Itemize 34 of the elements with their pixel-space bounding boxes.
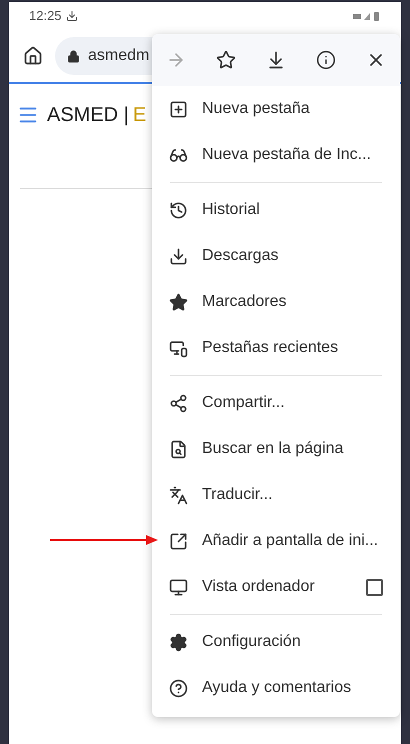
download-icon (169, 246, 188, 266)
history-icon (169, 200, 188, 220)
menu-item[interactable]: Descargas (152, 233, 400, 279)
bookmark-button[interactable] (216, 50, 236, 70)
menu-item[interactable]: Traducir... (152, 472, 400, 518)
menu-item[interactable]: Pestañas recientes (152, 325, 400, 371)
menu-item[interactable]: Añadir a pantalla de ini... (152, 518, 400, 564)
site-title-accent: E (132, 103, 146, 128)
checkbox[interactable] (366, 578, 383, 596)
home-button[interactable] (23, 46, 43, 66)
menu-item[interactable]: Buscar en la página (152, 426, 400, 472)
monitor-icon (169, 578, 188, 596)
menu-item[interactable]: Marcadores (152, 279, 400, 325)
translate-icon (169, 486, 188, 504)
menu-item[interactable]: Nueva pestaña de Inc... (152, 132, 400, 178)
help-icon (169, 678, 188, 698)
menu-item[interactable]: Configuración (152, 619, 400, 665)
menu-item[interactable]: Vista ordenador (152, 564, 400, 610)
find-in-page-icon (169, 440, 188, 458)
status-icons-drawing (353, 11, 381, 21)
menu-item[interactable]: Historial (152, 187, 400, 233)
new-tab-icon (169, 100, 188, 118)
download-status-icon (66, 10, 78, 22)
info-button[interactable] (316, 50, 336, 70)
status-time: 12:25 (29, 7, 62, 26)
menu-item[interactable]: Nueva pestaña (152, 86, 400, 132)
share-icon (169, 394, 188, 412)
site-title: ASMED | (47, 103, 129, 128)
add-to-home-icon (169, 532, 188, 550)
devices-icon (169, 338, 188, 358)
star-icon (169, 292, 188, 312)
lock-icon (67, 50, 80, 62)
menu-item[interactable]: Ayuda y comentarios (152, 665, 400, 711)
menu-item[interactable]: Compartir... (152, 380, 400, 426)
